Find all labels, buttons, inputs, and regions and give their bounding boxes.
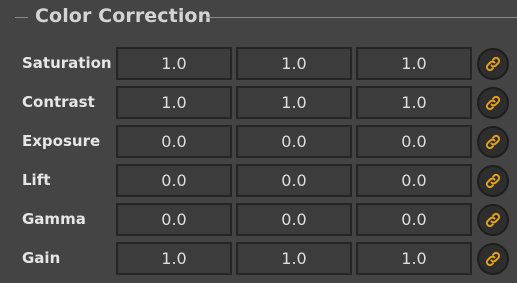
contrast-value-2[interactable] — [236, 86, 352, 119]
link-icon — [484, 250, 502, 268]
lift-value-1[interactable] — [116, 164, 232, 197]
color-correction-group-header: Color Correction — [0, 0, 517, 36]
saturation-label: Saturation — [22, 54, 112, 72]
exposure-value-3[interactable] — [356, 125, 472, 158]
contrast-label: Contrast — [22, 93, 95, 111]
saturation-link-button[interactable] — [477, 48, 509, 80]
gamma-value-3[interactable] — [356, 203, 472, 236]
saturation-value-2[interactable] — [236, 47, 352, 80]
contrast-row: Contrast — [0, 86, 517, 119]
saturation-value-1[interactable] — [116, 47, 232, 80]
saturation-value-3[interactable] — [356, 47, 472, 80]
exposure-link-button[interactable] — [477, 126, 509, 158]
group-title: Color Correction — [35, 5, 212, 27]
gamma-label: Gamma — [22, 210, 86, 228]
link-icon — [484, 172, 502, 190]
gamma-value-1[interactable] — [116, 203, 232, 236]
lift-value-3[interactable] — [356, 164, 472, 197]
link-icon — [484, 211, 502, 229]
gain-value-3[interactable] — [356, 242, 472, 275]
exposure-label: Exposure — [22, 132, 101, 150]
lift-value-2[interactable] — [236, 164, 352, 197]
saturation-row: Saturation — [0, 47, 517, 80]
lift-label: Lift — [22, 171, 51, 189]
gamma-link-button[interactable] — [477, 204, 509, 236]
link-icon — [484, 55, 502, 73]
gain-value-2[interactable] — [236, 242, 352, 275]
contrast-value-3[interactable] — [356, 86, 472, 119]
group-divider-left — [15, 17, 28, 18]
lift-link-button[interactable] — [477, 165, 509, 197]
exposure-value-1[interactable] — [116, 125, 232, 158]
contrast-link-button[interactable] — [477, 87, 509, 119]
link-icon — [484, 133, 502, 151]
gain-link-button[interactable] — [477, 243, 509, 275]
gain-label: Gain — [22, 249, 61, 267]
contrast-value-1[interactable] — [116, 86, 232, 119]
link-icon — [484, 94, 502, 112]
exposure-row: Exposure — [0, 125, 517, 158]
group-divider-right — [206, 17, 517, 18]
gain-value-1[interactable] — [116, 242, 232, 275]
gain-row: Gain — [0, 242, 517, 275]
gamma-value-2[interactable] — [236, 203, 352, 236]
gamma-row: Gamma — [0, 203, 517, 236]
exposure-value-2[interactable] — [236, 125, 352, 158]
lift-row: Lift — [0, 164, 517, 197]
